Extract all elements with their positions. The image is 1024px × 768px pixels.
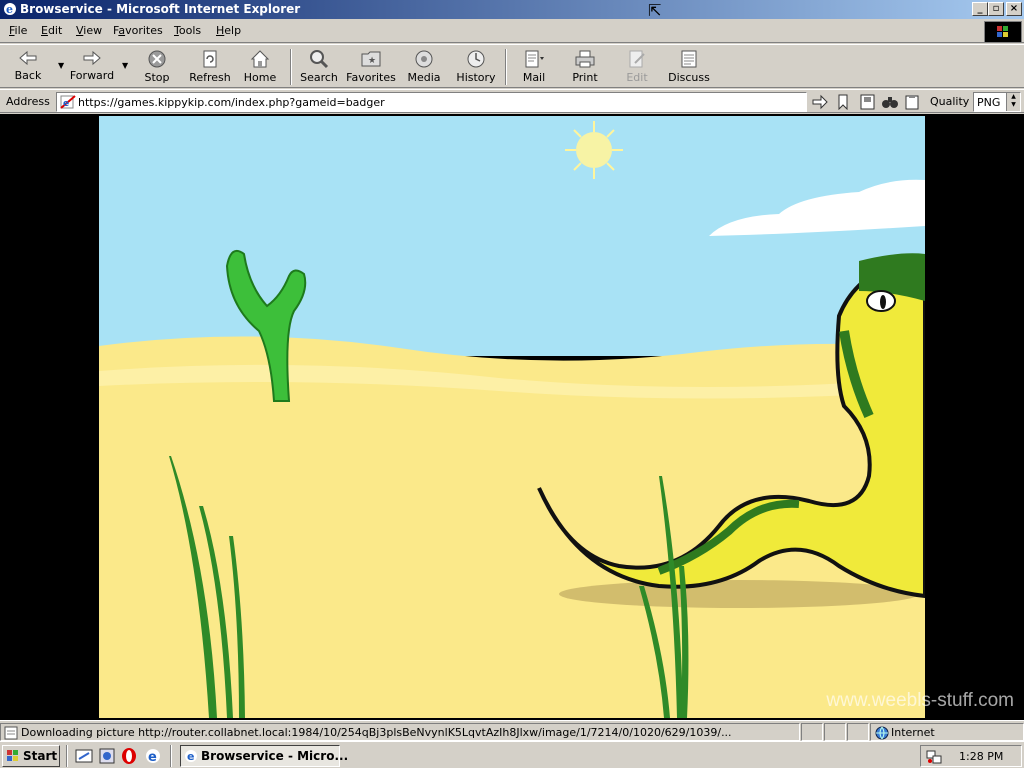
menu-bar: File Edit View Favorites Tools Help <box>0 19 1024 43</box>
menu-tools[interactable]: Tools <box>174 24 201 37</box>
bookmark-icon[interactable] <box>834 94 852 110</box>
mail-button[interactable]: Mail <box>506 47 562 87</box>
forward-arrow-icon <box>83 50 101 66</box>
maximize-button[interactable]: ▫ <box>988 2 1004 16</box>
edit-page-icon <box>629 50 645 68</box>
status-message-pane: Downloading picture http://router.collab… <box>0 723 800 741</box>
stop-icon <box>148 50 166 68</box>
status-text: Downloading picture http://router.collab… <box>21 726 732 739</box>
system-tray: 1:28 PM <box>920 745 1022 767</box>
minimize-button[interactable]: _ <box>972 2 988 16</box>
taskbar-separator <box>170 745 172 767</box>
windows-flag-icon <box>997 26 1008 37</box>
quality-spinner[interactable]: ▲ ▼ <box>1006 93 1020 111</box>
media-icon <box>415 50 433 68</box>
home-icon <box>250 50 270 68</box>
taskbar: Start e e Browservice - Micro... 1:28 PM <box>0 741 1024 768</box>
forward-dropdown-icon[interactable]: ▼ <box>122 61 128 70</box>
menu-file[interactable]: File <box>9 24 27 37</box>
address-bar: Address e https://games.kippykip.com/ind… <box>0 89 1024 113</box>
edit-button[interactable]: Edit <box>609 47 665 87</box>
printer-icon <box>575 50 595 68</box>
status-pane-empty <box>801 723 823 741</box>
discuss-icon <box>681 50 697 68</box>
sky <box>99 116 925 356</box>
status-pane-empty <box>847 723 869 741</box>
windows-flag-icon <box>7 750 18 761</box>
mouse-cursor-icon: ⇱ <box>648 1 662 20</box>
stop-button[interactable]: Stop <box>129 47 185 87</box>
standard-toolbar: Back ▼ Forward ▼ Stop Refresh Home Searc… <box>0 44 1024 88</box>
print-button[interactable]: Print <box>557 47 613 87</box>
internet-globe-icon <box>875 726 889 740</box>
svg-text:e: e <box>6 3 13 16</box>
clipboard-icon[interactable] <box>903 94 921 110</box>
security-zone: Internet <box>891 726 935 739</box>
quality-select[interactable]: PNG ▲ ▼ <box>973 92 1021 112</box>
status-pane-empty <box>824 723 846 741</box>
favorites-button[interactable]: ★ Favorites <box>343 47 399 87</box>
taskbar-browservice-button[interactable]: e Browservice - Micro... <box>180 745 348 767</box>
browser-viewport: www.weebls-stuff.com <box>0 114 1024 720</box>
address-input[interactable]: e https://games.kippykip.com/index.php?g… <box>56 92 807 112</box>
address-url: https://games.kippykip.com/index.php?gam… <box>78 96 385 109</box>
game-canvas[interactable] <box>99 116 925 718</box>
refresh-button[interactable]: Refresh <box>182 47 238 87</box>
menu-help[interactable]: Help <box>216 24 241 37</box>
window-title: Browservice - Microsoft Internet Explore… <box>20 2 301 16</box>
ie-icon: e <box>185 750 197 763</box>
back-button[interactable]: Back <box>0 47 56 87</box>
security-zone-pane: Internet <box>870 723 1024 741</box>
svg-text:e: e <box>187 750 194 763</box>
favorites-folder-icon: ★ <box>361 51 381 67</box>
media-button[interactable]: Media <box>396 47 452 87</box>
history-icon <box>467 50 485 68</box>
insecure-page-icon: e <box>60 95 76 109</box>
windows-logo-throbber <box>984 21 1022 43</box>
title-bar: e Browservice - Microsoft Internet Explo… <box>0 0 1024 20</box>
status-bar: Downloading picture http://router.collab… <box>0 720 1024 741</box>
start-button[interactable]: Start <box>2 745 60 767</box>
menu-favorites[interactable]: Favorites <box>113 24 163 37</box>
quicklaunch-separator <box>66 745 68 767</box>
network-icon[interactable] <box>926 749 942 765</box>
save-page-icon[interactable] <box>859 94 877 110</box>
refresh-icon <box>203 50 217 68</box>
clock[interactable]: 1:28 PM <box>959 750 1003 763</box>
page-loading-icon <box>4 726 18 740</box>
history-button[interactable]: History <box>448 47 504 87</box>
forward-button[interactable]: Forward <box>64 47 120 87</box>
quality-label: Quality <box>930 95 970 108</box>
find-binoculars-icon[interactable] <box>881 94 899 110</box>
ie-icon[interactable]: e <box>144 747 162 765</box>
mail-icon <box>525 50 544 68</box>
opera-icon[interactable] <box>120 747 138 765</box>
back-arrow-icon <box>19 50 37 66</box>
address-label: Address <box>6 95 50 108</box>
search-icon <box>310 50 329 69</box>
go-arrow-icon[interactable] <box>811 94 829 110</box>
menu-view[interactable]: View <box>76 24 102 37</box>
close-button[interactable]: × <box>1006 2 1022 16</box>
search-button[interactable]: Search <box>291 47 347 87</box>
discuss-button[interactable]: Discuss <box>661 47 717 87</box>
quality-value: PNG <box>977 96 1001 109</box>
svg-text:e: e <box>148 750 157 765</box>
ie-icon: e <box>4 3 16 16</box>
svg-text:e: e <box>63 99 69 109</box>
watermark: www.weebls-stuff.com <box>826 690 1014 711</box>
show-desktop-icon[interactable] <box>75 747 93 765</box>
explorer-icon[interactable] <box>98 747 116 765</box>
home-button[interactable]: Home <box>232 47 288 87</box>
svg-text:★: ★ <box>368 56 376 66</box>
menu-edit[interactable]: Edit <box>41 24 62 37</box>
